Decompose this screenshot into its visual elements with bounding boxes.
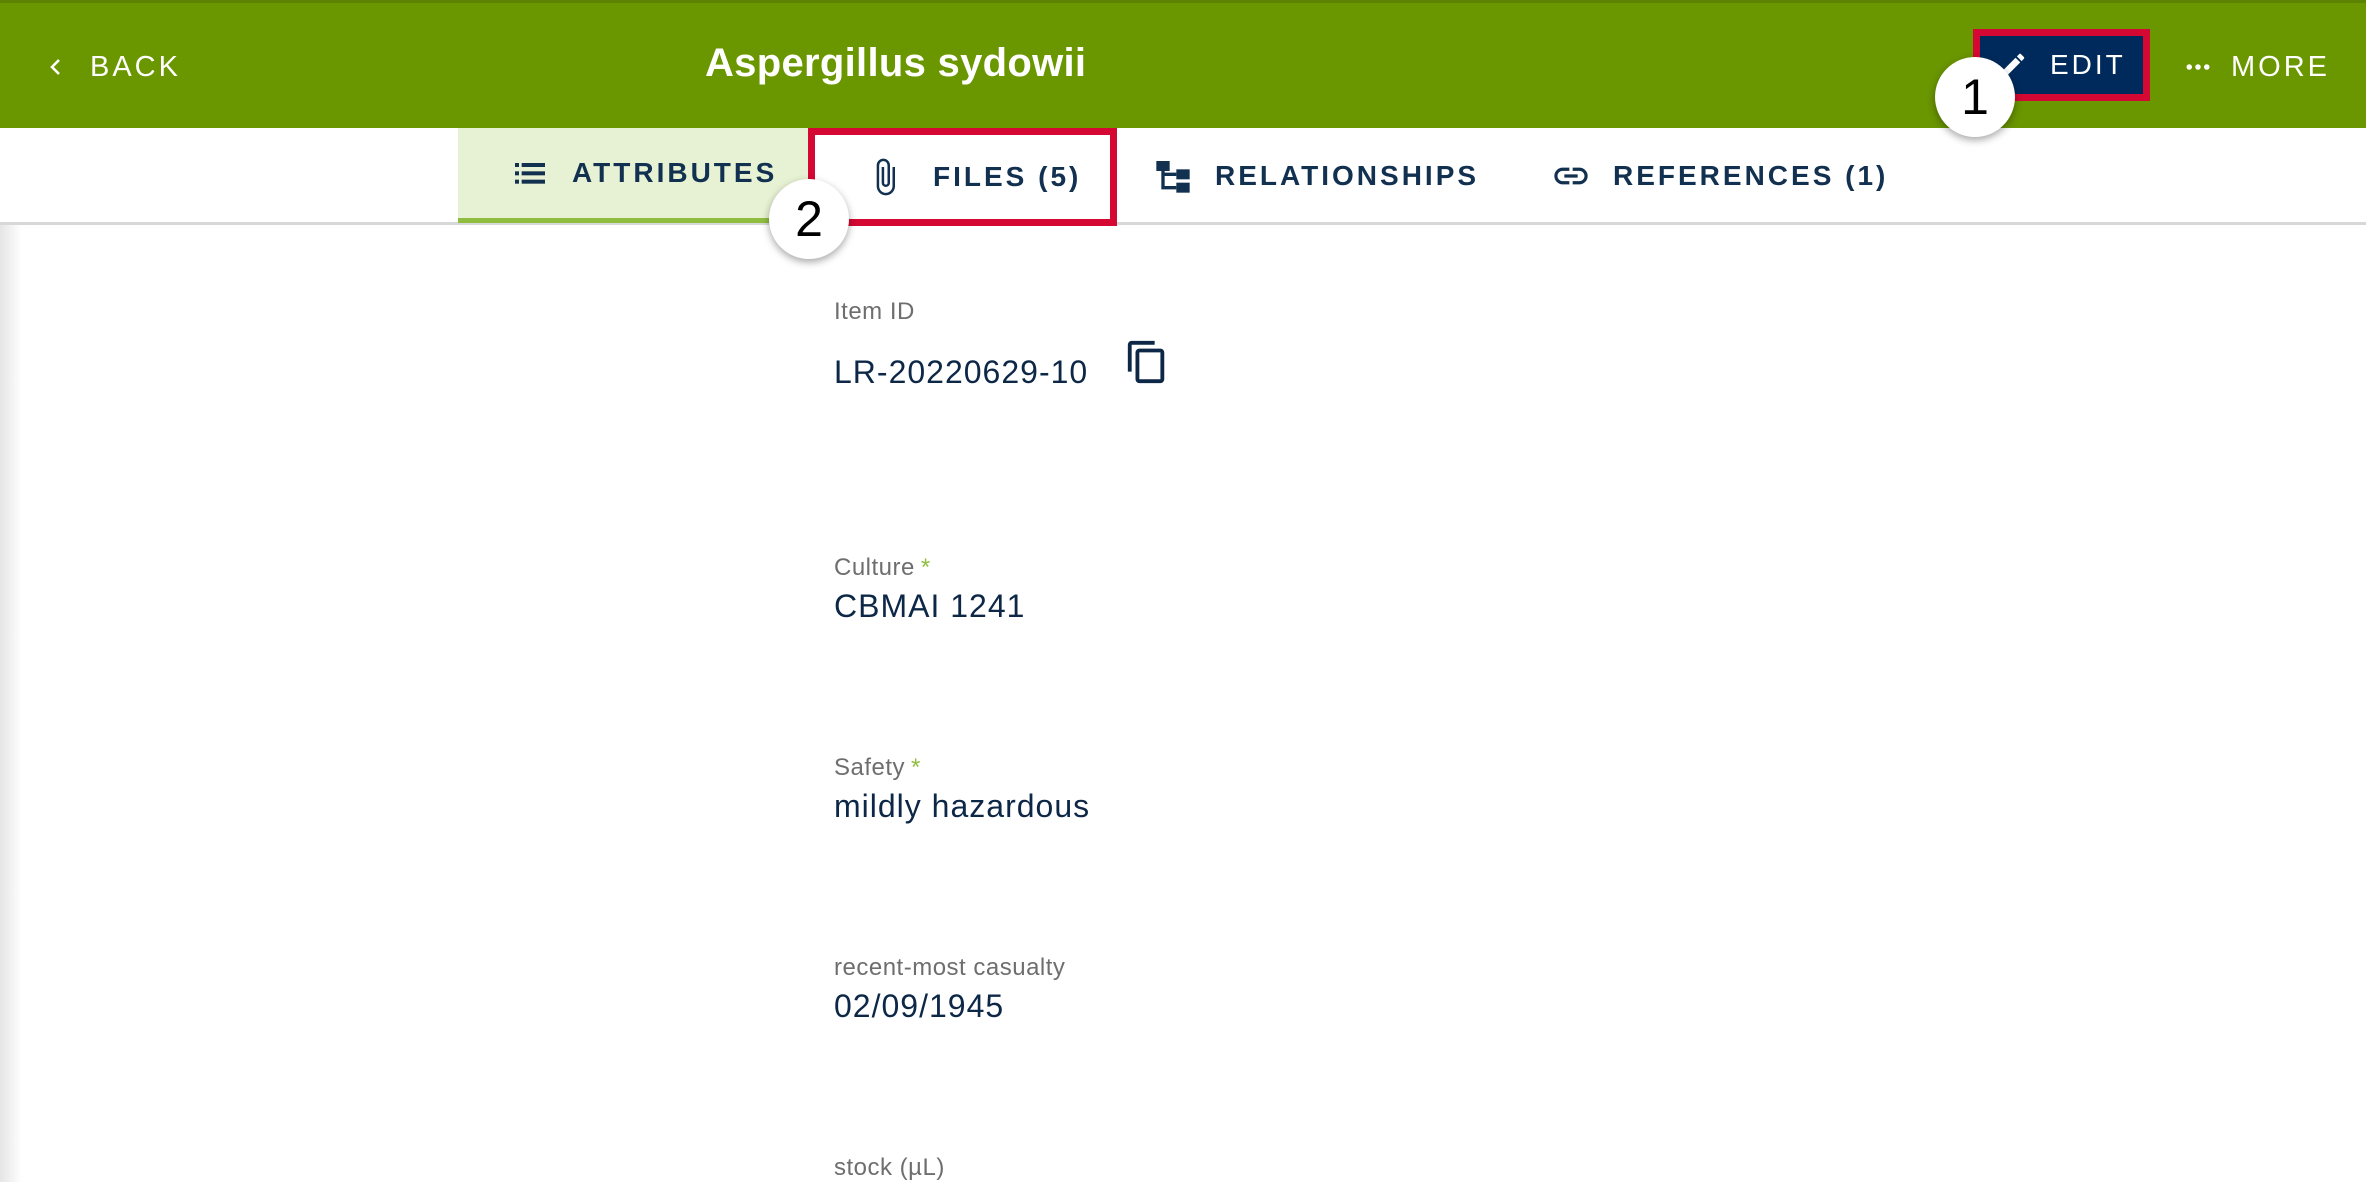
- more-button[interactable]: MORE: [2183, 39, 2330, 95]
- required-mark: *: [911, 754, 921, 781]
- tab-bar: ATTRIBUTES FILES (5) RELATIONSHIPS REFER…: [0, 128, 2366, 226]
- field-culture: Culture * CBMAI 1241: [834, 554, 1025, 625]
- required-mark: *: [920, 554, 931, 581]
- chevron-left-icon: [50, 59, 60, 75]
- field-label: Item ID: [834, 298, 915, 325]
- field-stock: stock (µL): [834, 1154, 945, 1182]
- tab-attributes-label: ATTRIBUTES: [572, 157, 778, 188]
- back-label: BACK: [90, 50, 181, 83]
- tab-files-label: FILES (5): [933, 161, 1082, 192]
- tab-relationships[interactable]: RELATIONSHIPS: [1117, 128, 1497, 223]
- tab-files[interactable]: FILES (5): [808, 128, 1117, 226]
- edit-label: EDIT: [2050, 49, 2126, 80]
- hierarchy-icon: [1156, 160, 1190, 193]
- tab-relationships-label: RELATIONSHIPS: [1215, 159, 1480, 191]
- field-label: stock (µL): [834, 1154, 945, 1181]
- item-id-value: LR-20220629-10: [834, 354, 1089, 390]
- tab-references-label: REFERENCES (1): [1613, 159, 1889, 191]
- tab-attributes[interactable]: ATTRIBUTES: [458, 128, 808, 223]
- more-label: MORE: [2231, 50, 2330, 83]
- page-edge-shadow: [0, 128, 22, 1182]
- culture-value: CBMAI 1241: [834, 588, 1026, 624]
- field-recent-most-casualty: recent-most casualty 02/09/1945: [834, 954, 1065, 1025]
- field-label: Safety: [834, 754, 906, 781]
- more-horizontal-icon: [2186, 64, 2210, 70]
- field-label: Culture: [834, 554, 915, 581]
- safety-value: mildly hazardous: [834, 788, 1091, 824]
- field-safety: Safety * mildly hazardous: [834, 754, 1090, 825]
- casualty-value: 02/09/1945: [834, 988, 1005, 1024]
- field-label: recent-most casualty: [834, 954, 1066, 981]
- paperclip-icon: [876, 158, 895, 196]
- list-icon: [515, 163, 545, 184]
- link-icon: [1554, 167, 1588, 184]
- field-item-id: Item ID LR-20220629-10: [834, 298, 1170, 391]
- page-title: Aspergillus sydowii: [705, 41, 1087, 85]
- back-button[interactable]: BACK: [44, 39, 181, 95]
- copy-icon[interactable]: [1124, 339, 1170, 385]
- callout-badge-1: 1: [1935, 57, 2015, 137]
- callout-badge-2: 2: [769, 179, 849, 259]
- tab-references[interactable]: REFERENCES (1): [1535, 128, 1915, 223]
